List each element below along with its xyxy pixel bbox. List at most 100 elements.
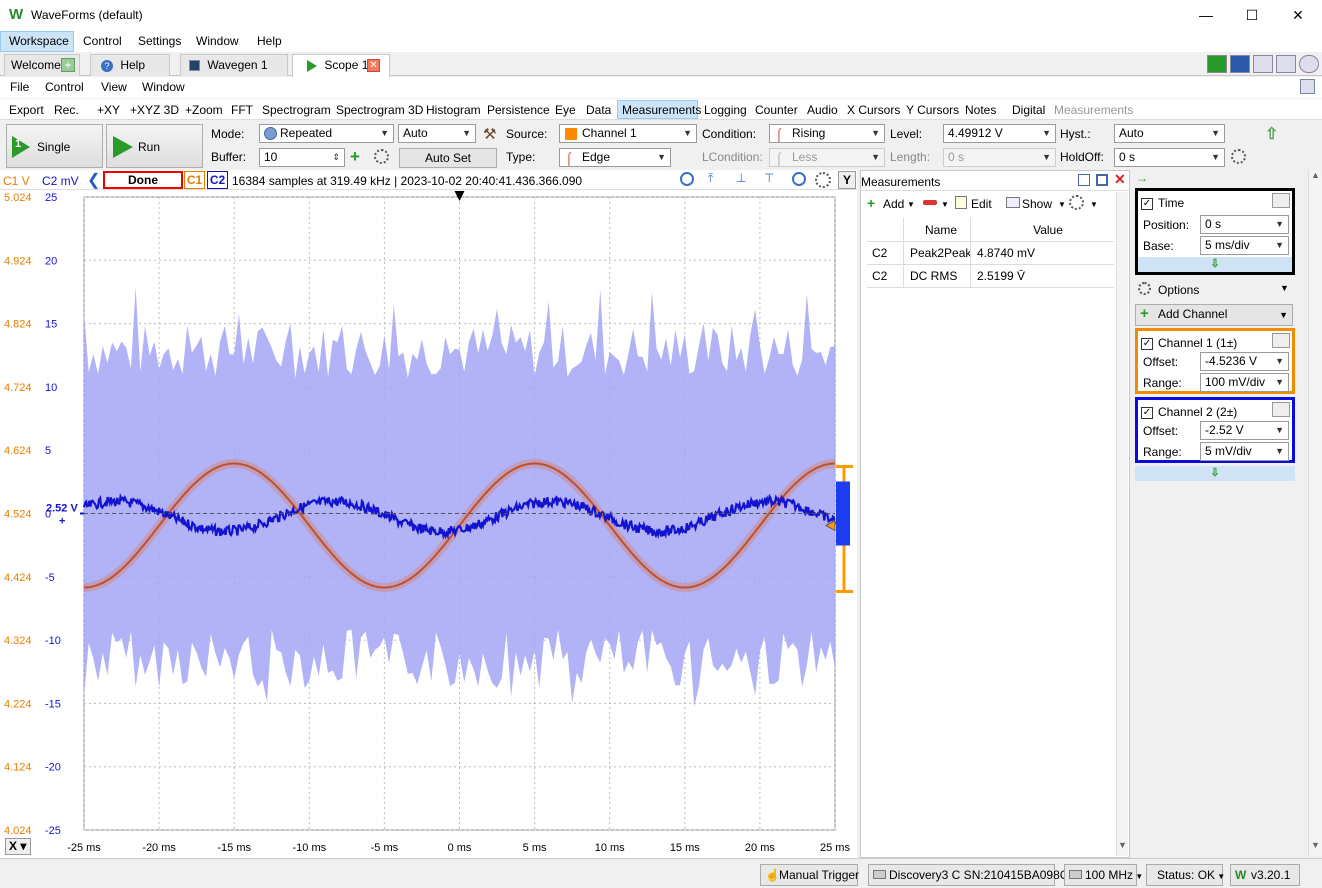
hyst-select[interactable]: Auto ▼	[1114, 124, 1225, 143]
condition-select[interactable]: ⌠ Rising ▼	[769, 124, 885, 143]
remove-measurement-icon[interactable]	[923, 200, 937, 205]
auto-select[interactable]: Auto ▼	[398, 124, 476, 143]
table-row[interactable]: C2 DC RMS 2.5199 V̄	[867, 265, 1114, 288]
toolbar-audio[interactable]: Audio	[807, 103, 838, 117]
measurements-scrollbar[interactable]: ▼	[1116, 192, 1128, 856]
ch2-range-select[interactable]: 5 mV/div ▼	[1200, 442, 1289, 461]
time-expand-icon[interactable]: ⇩	[1138, 257, 1292, 272]
tab-scope[interactable]: Scope 1 ✕	[292, 54, 390, 77]
maximize-panel-icon[interactable]	[1096, 174, 1108, 186]
y-axis-button[interactable]: Y	[838, 171, 856, 189]
toolbar-histogram[interactable]: Histogram	[426, 103, 481, 117]
menu-window[interactable]: Window	[196, 34, 239, 48]
channel1-gear-icon[interactable]	[1272, 333, 1290, 348]
toolbar-zoom[interactable]: +Zoom	[185, 103, 223, 117]
time-checkbox[interactable]: ✓	[1141, 197, 1153, 210]
time-gear-icon[interactable]	[1272, 193, 1290, 208]
toolbar-counter[interactable]: Counter	[755, 103, 798, 117]
hammer-icon[interactable]: ⚒	[483, 125, 496, 143]
channels-expand-icon[interactable]: ⇩	[1135, 466, 1295, 481]
window-tile-icon[interactable]	[1276, 55, 1296, 73]
float-icon[interactable]	[1078, 174, 1090, 186]
tab-help[interactable]: ? Help	[90, 54, 170, 76]
c1-badge[interactable]: C1	[184, 171, 205, 189]
scale-icon[interactable]: ⊥	[736, 171, 746, 185]
clock-button[interactable]: 100 MHz ▼	[1064, 864, 1143, 886]
toolbar-y-cursors[interactable]: Y Cursors	[906, 103, 959, 117]
menu-help[interactable]: Help	[257, 34, 282, 48]
level-input[interactable]: 4.49912 V ▼	[943, 124, 1056, 143]
toolbar-rec[interactable]: Rec.	[54, 103, 79, 117]
options-dropdown-icon[interactable]: ▼	[1280, 283, 1289, 293]
type-select[interactable]: ⌠ Edge ▼	[559, 148, 671, 167]
scope-menu-control[interactable]: Control	[45, 80, 84, 94]
add-buffer-icon[interactable]: +	[350, 147, 360, 167]
stop-all-icon[interactable]	[1230, 55, 1250, 73]
version-button[interactable]: W v3.20.1	[1230, 864, 1300, 886]
toolbar-persistence[interactable]: Persistence	[487, 103, 550, 117]
device-button[interactable]: Discovery3 C SN:210415BA098C	[868, 864, 1068, 886]
table-row[interactable]: C2 Peak2Peak 4.8740 mV	[867, 242, 1114, 265]
c2-badge[interactable]: C2	[207, 171, 228, 189]
chevron-left-icon[interactable]: ❮	[87, 170, 100, 190]
tab-welcome[interactable]: Welcome +	[4, 54, 80, 76]
show-icon[interactable]	[1006, 197, 1020, 208]
manual-trigger-button[interactable]: ☝ Manual Trigger	[760, 864, 859, 886]
edit-icon[interactable]	[955, 196, 967, 209]
ch1-range-select[interactable]: 100 mV/div ▼	[1200, 373, 1289, 392]
toolbar-xy[interactable]: +XY	[97, 103, 120, 117]
plot-gear-icon[interactable]	[815, 172, 831, 188]
add-measurement-button[interactable]: Add	[883, 197, 904, 211]
add-icon[interactable]: +	[61, 58, 75, 72]
toolbar-data[interactable]: Data	[586, 103, 611, 117]
scope-menu-view[interactable]: View	[101, 80, 127, 94]
single-button[interactable]: 1 Single	[6, 124, 103, 168]
buffer-gear-icon[interactable]	[374, 149, 389, 164]
toolbar-spectrogram3d[interactable]: Spectrogram 3D	[336, 103, 423, 117]
toolbar-digital[interactable]: Digital	[1012, 103, 1045, 117]
measurement-gear-icon[interactable]	[1069, 195, 1084, 210]
toolbar-notes[interactable]: Notes	[965, 103, 996, 117]
options-label[interactable]: Options	[1158, 283, 1199, 297]
close-tab-icon[interactable]: ✕	[367, 59, 380, 72]
restore-view-icon[interactable]	[1300, 79, 1315, 94]
panel-arrow-icon[interactable]: →	[1136, 171, 1148, 185]
close-button[interactable]: ✕	[1275, 0, 1321, 31]
minimize-button[interactable]: —	[1183, 0, 1229, 31]
add-measurement-icon[interactable]: +	[867, 196, 875, 210]
mode-select[interactable]: Repeated ▼	[259, 124, 394, 143]
source-select[interactable]: Channel 1 ▼	[559, 124, 697, 143]
toolbar-spectrogram[interactable]: Spectrogram	[262, 103, 331, 117]
close-panel-icon[interactable]: ✕	[1114, 171, 1126, 188]
zoom-out-icon[interactable]	[792, 172, 806, 186]
scale-down-icon[interactable]: ⊤	[764, 171, 774, 185]
menu-control[interactable]: Control	[83, 34, 122, 48]
toolbar-export[interactable]: Export	[9, 103, 44, 117]
run-button[interactable]: Run	[106, 124, 203, 168]
channel2-gear-icon[interactable]	[1272, 402, 1290, 417]
menu-settings[interactable]: Settings	[138, 34, 181, 48]
settings-gear-icon[interactable]	[1299, 55, 1319, 73]
channel1-checkbox[interactable]: ✓	[1141, 337, 1153, 350]
buffer-stepper[interactable]: 10 ⇕	[259, 148, 345, 167]
tab-wavegen[interactable]: Wavegen 1	[180, 54, 288, 76]
menu-workspace[interactable]: Workspace	[9, 34, 69, 48]
ch1-offset-input[interactable]: -4.5236 V ▼	[1200, 352, 1289, 371]
run-all-icon[interactable]	[1207, 55, 1227, 73]
base-select[interactable]: 5 ms/div ▼	[1200, 236, 1289, 255]
toolbar-xyz3d[interactable]: +XYZ 3D	[130, 103, 179, 117]
trigger-gear-icon[interactable]	[1231, 149, 1246, 164]
add-channel-button[interactable]: + Add Channel ▼	[1135, 304, 1293, 326]
maximize-button[interactable]: ☐	[1229, 0, 1275, 31]
edit-button[interactable]: Edit	[971, 197, 992, 211]
zoom-icon[interactable]	[680, 172, 694, 186]
device-status[interactable]: Status: OK ▼	[1146, 864, 1225, 886]
scope-menu-window[interactable]: Window	[142, 80, 185, 94]
toolbar-x-cursors[interactable]: X Cursors	[847, 103, 900, 117]
x-axis-button[interactable]: X ▾	[5, 838, 31, 855]
toolbar-fft[interactable]: FFT	[231, 103, 253, 117]
toolbar-eye[interactable]: Eye	[555, 103, 576, 117]
channel2-checkbox[interactable]: ✓	[1141, 406, 1153, 419]
toolbar-logging[interactable]: Logging	[704, 103, 747, 117]
settings-scrollbar[interactable]: ▲ ▼	[1308, 170, 1321, 856]
